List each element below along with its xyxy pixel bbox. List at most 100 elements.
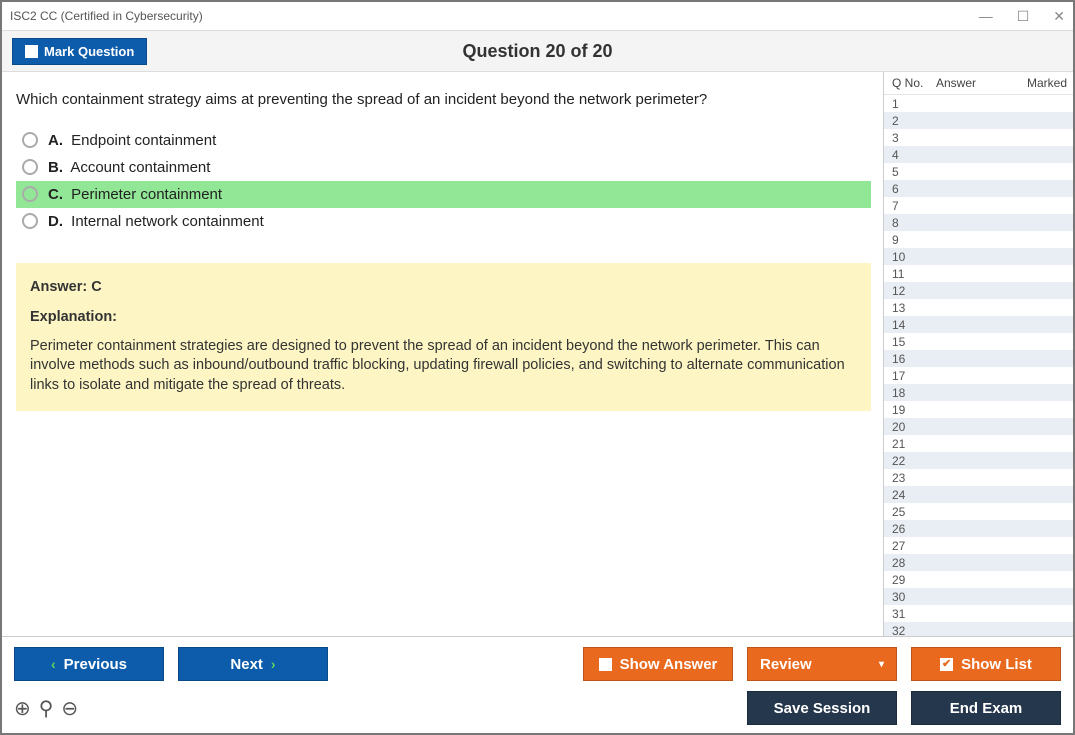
nav-qno: 2 xyxy=(892,114,936,128)
nav-qno: 16 xyxy=(892,352,936,366)
navigator-row[interactable]: 24 xyxy=(884,486,1073,503)
zoom-in-icon[interactable]: ⊕ xyxy=(14,696,31,721)
answer-line: Answer: C xyxy=(30,279,857,295)
navigator-row[interactable]: 22 xyxy=(884,452,1073,469)
end-exam-button[interactable]: End Exam xyxy=(911,691,1061,725)
navigator-row[interactable]: 15 xyxy=(884,333,1073,350)
nav-qno: 11 xyxy=(892,267,936,281)
navigator-row[interactable]: 5 xyxy=(884,163,1073,180)
navigator-row[interactable]: 32 xyxy=(884,622,1073,636)
minimize-icon[interactable]: — xyxy=(979,8,993,24)
navigator-row[interactable]: 3 xyxy=(884,129,1073,146)
nav-qno: 1 xyxy=(892,97,936,111)
radio-icon xyxy=(22,213,38,229)
previous-button[interactable]: ‹ Previous xyxy=(14,647,164,681)
review-dropdown[interactable]: Review ▾ xyxy=(747,647,897,681)
nav-qno: 4 xyxy=(892,148,936,162)
nav-qno: 14 xyxy=(892,318,936,332)
zoom-reset-icon[interactable]: ⚲ xyxy=(39,696,54,721)
navigator-list[interactable]: 1234567891011121314151617181920212223242… xyxy=(884,95,1073,636)
explanation-heading: Explanation: xyxy=(30,309,857,325)
question-navigator: Q No. Answer Marked 12345678910111213141… xyxy=(883,72,1073,636)
question-counter: Question 20 of 20 xyxy=(2,41,1073,62)
option-c[interactable]: C. Perimeter containment xyxy=(16,181,871,208)
chevron-left-icon: ‹ xyxy=(51,656,56,672)
header-strip: Mark Question Question 20 of 20 xyxy=(2,30,1073,72)
checkbox-icon xyxy=(599,658,612,671)
next-button[interactable]: Next › xyxy=(178,647,328,681)
option-b[interactable]: B. Account containment xyxy=(16,154,871,181)
mark-question-button[interactable]: Mark Question xyxy=(12,38,147,65)
mark-question-label: Mark Question xyxy=(44,44,134,59)
navigator-row[interactable]: 19 xyxy=(884,401,1073,418)
navigator-row[interactable]: 7 xyxy=(884,197,1073,214)
nav-qno: 29 xyxy=(892,573,936,587)
nav-qno: 17 xyxy=(892,369,936,383)
navigator-row[interactable]: 14 xyxy=(884,316,1073,333)
show-answer-button[interactable]: Show Answer xyxy=(583,647,733,681)
nav-qno: 25 xyxy=(892,505,936,519)
app-window: ISC2 CC (Certified in Cybersecurity) — ☐… xyxy=(0,0,1075,735)
previous-label: Previous xyxy=(64,656,127,673)
radio-icon xyxy=(22,186,38,202)
nav-qno: 30 xyxy=(892,590,936,604)
navigator-row[interactable]: 23 xyxy=(884,469,1073,486)
maximize-icon[interactable]: ☐ xyxy=(1017,8,1030,25)
show-answer-label: Show Answer xyxy=(620,656,718,673)
show-list-label: Show List xyxy=(961,656,1032,673)
window-controls: — ☐ ✕ xyxy=(979,8,1065,25)
nav-qno: 5 xyxy=(892,165,936,179)
nav-qno: 19 xyxy=(892,403,936,417)
nav-qno: 21 xyxy=(892,437,936,451)
col-answer: Answer xyxy=(936,76,1027,90)
options-list: A. Endpoint containment B. Account contai… xyxy=(16,127,871,235)
save-session-button[interactable]: Save Session xyxy=(747,691,897,725)
controls-bar: ‹ Previous Next › Show Answer Review ▾ S… xyxy=(2,636,1073,733)
col-qno: Q No. xyxy=(892,76,936,90)
navigator-row[interactable]: 25 xyxy=(884,503,1073,520)
chevron-right-icon: › xyxy=(271,656,276,672)
option-text: B. Account containment xyxy=(48,159,210,176)
navigator-row[interactable]: 13 xyxy=(884,299,1073,316)
next-label: Next xyxy=(230,656,263,673)
navigator-row[interactable]: 17 xyxy=(884,367,1073,384)
nav-qno: 24 xyxy=(892,488,936,502)
zoom-out-icon[interactable]: ⊖ xyxy=(61,696,78,721)
navigator-row[interactable]: 4 xyxy=(884,146,1073,163)
navigator-row[interactable]: 8 xyxy=(884,214,1073,231)
navigator-row[interactable]: 16 xyxy=(884,350,1073,367)
col-marked: Marked xyxy=(1027,76,1067,90)
navigator-row[interactable]: 31 xyxy=(884,605,1073,622)
explanation-body: Perimeter containment strategies are des… xyxy=(30,337,857,396)
navigator-row[interactable]: 12 xyxy=(884,282,1073,299)
show-list-button[interactable]: Show List xyxy=(911,647,1061,681)
option-d[interactable]: D. Internal network containment xyxy=(16,208,871,235)
nav-qno: 3 xyxy=(892,131,936,145)
navigator-row[interactable]: 21 xyxy=(884,435,1073,452)
question-pane: Which containment strategy aims at preve… xyxy=(2,72,883,636)
navigator-row[interactable]: 30 xyxy=(884,588,1073,605)
radio-icon xyxy=(22,159,38,175)
navigator-row[interactable]: 11 xyxy=(884,265,1073,282)
navigator-row[interactable]: 29 xyxy=(884,571,1073,588)
navigator-row[interactable]: 20 xyxy=(884,418,1073,435)
option-a[interactable]: A. Endpoint containment xyxy=(16,127,871,154)
navigator-row[interactable]: 28 xyxy=(884,554,1073,571)
answer-explanation-box: Answer: C Explanation: Perimeter contain… xyxy=(16,263,871,412)
option-text: C. Perimeter containment xyxy=(48,186,222,203)
navigator-row[interactable]: 10 xyxy=(884,248,1073,265)
nav-qno: 23 xyxy=(892,471,936,485)
navigator-row[interactable]: 26 xyxy=(884,520,1073,537)
nav-qno: 28 xyxy=(892,556,936,570)
navigator-row[interactable]: 18 xyxy=(884,384,1073,401)
question-text: Which containment strategy aims at preve… xyxy=(16,86,871,115)
navigator-row[interactable]: 27 xyxy=(884,537,1073,554)
navigator-row[interactable]: 1 xyxy=(884,95,1073,112)
close-icon[interactable]: ✕ xyxy=(1053,8,1065,25)
navigator-row[interactable]: 9 xyxy=(884,231,1073,248)
save-session-label: Save Session xyxy=(774,700,871,717)
nav-qno: 26 xyxy=(892,522,936,536)
navigator-row[interactable]: 6 xyxy=(884,180,1073,197)
zoom-controls: ⊕ ⚲ ⊖ xyxy=(14,696,78,721)
navigator-row[interactable]: 2 xyxy=(884,112,1073,129)
